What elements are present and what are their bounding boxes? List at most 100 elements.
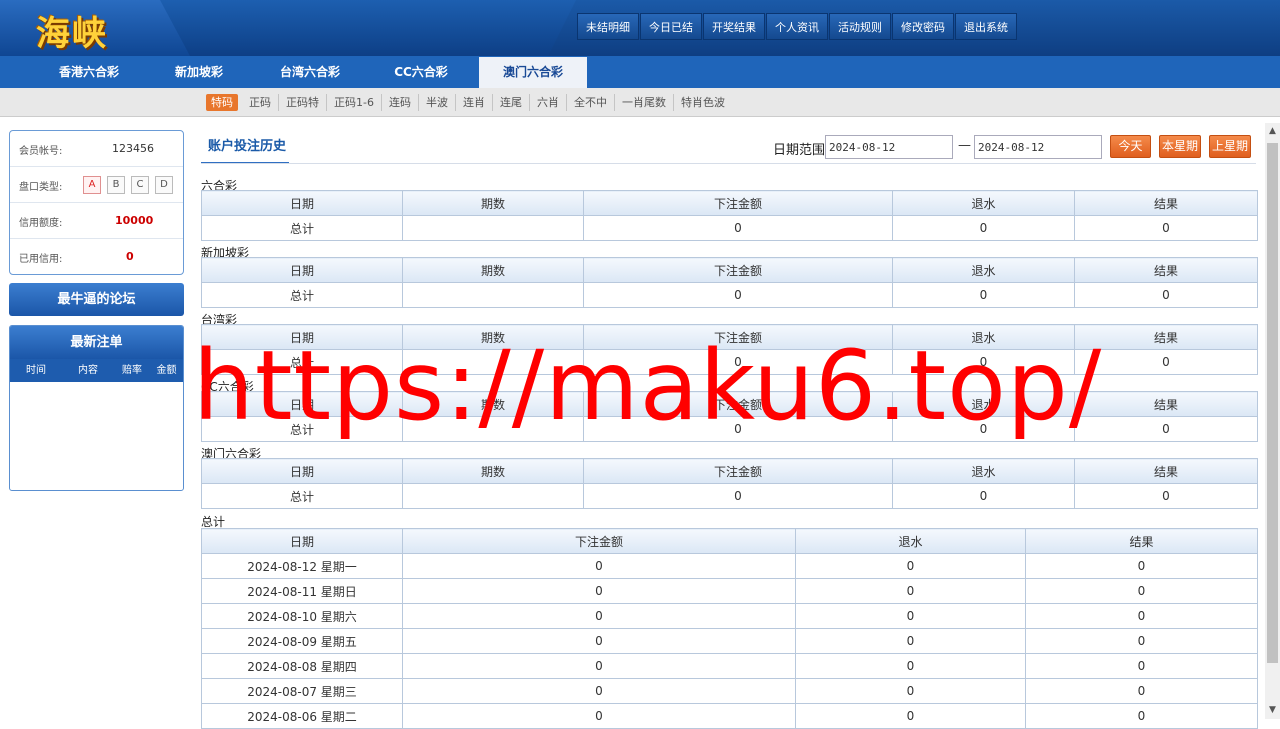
table-cell: 0 [795,678,1026,704]
table-row: 2024-08-11 星期日 0 0 0 [201,578,1258,604]
orders-col-amount: 金额 [156,365,177,376]
table-cell: 0 [1025,628,1258,654]
top-header: 海峡 未结明细 今日已结 开奖结果 个人资讯 活动规则 修改密码 退出系统 [0,0,1280,56]
column-header: 下注金额 [583,458,893,484]
subtab-normal[interactable]: 正码 [242,94,279,111]
scroll-up-arrow-icon[interactable]: ▲ [1265,123,1280,140]
topnav-unsettled[interactable]: 未结明细 [577,13,639,40]
table-row: 总计 0 0 0 [201,349,1258,375]
table-cell: 0 [795,603,1026,629]
table-row: 总计 0 0 0 [201,215,1258,241]
table-cell: 0 [402,678,796,704]
used-credit-row: 已用信用: 0 [10,239,183,275]
plate-b-button[interactable]: B [107,176,125,194]
orders-col-time: 时间 [26,365,46,376]
table-cell [402,416,584,442]
table-cell: 0 [1025,578,1258,604]
this-week-button[interactable]: 本星期 [1159,135,1201,158]
subtab-half-wave[interactable]: 半波 [419,94,456,111]
column-header: 结果 [1074,324,1258,350]
subtab-linked-tail[interactable]: 连尾 [493,94,530,111]
column-header: 退水 [892,324,1075,350]
tab-taiwan[interactable]: 台湾六合彩 [266,57,354,88]
table-cell: 0 [583,416,893,442]
column-header: 结果 [1025,528,1258,554]
column-header: 结果 [1074,190,1258,216]
section-header-row: 日期 期数 下注金额 退水 结果 [201,324,1258,350]
table-cell: 0 [892,282,1075,308]
column-header: 退水 [892,257,1075,283]
forum-button[interactable]: 最牛逼的论坛 [9,283,184,316]
topnav-activity-rules[interactable]: 活动规则 [829,13,891,40]
column-header: 期数 [402,458,584,484]
scroll-thumb[interactable] [1267,143,1278,663]
table-cell: 总计 [201,215,403,241]
plate-c-button[interactable]: C [131,176,149,194]
tab-macau[interactable]: 澳门六合彩 [479,57,587,88]
topnav-draw-results[interactable]: 开奖结果 [703,13,765,40]
column-header: 下注金额 [583,391,893,417]
tab-hongkong[interactable]: 香港六合彩 [46,57,132,88]
column-header: 结果 [1074,458,1258,484]
table-cell: 0 [402,553,796,579]
table-cell: 总计 [201,282,403,308]
table-cell: 0 [1025,678,1258,704]
table-row: 总计 0 0 0 [201,483,1258,509]
subtab-six-zodiac[interactable]: 六肖 [530,94,567,111]
table-cell: 2024-08-06 星期二 [201,703,403,729]
table-cell: 0 [795,653,1026,679]
table-cell: 2024-08-08 星期四 [201,653,403,679]
subtab-zodiac-tail[interactable]: 一肖尾数 [615,94,674,111]
plate-d-button[interactable]: D [155,176,173,194]
column-header: 日期 [201,190,403,216]
column-header: 日期 [201,391,403,417]
table-cell: 0 [1025,653,1258,679]
orders-col-content: 内容 [78,365,98,376]
table-cell: 0 [892,349,1075,375]
credit-label: 信用额度: [19,218,63,229]
date-to-input[interactable] [974,135,1102,159]
table-cell: 0 [402,703,796,729]
scroll-down-arrow-icon[interactable]: ▼ [1265,702,1280,719]
top-nav: 未结明细 今日已结 开奖结果 个人资讯 活动规则 修改密码 退出系统 [577,13,1018,40]
subtab-zodiac-color[interactable]: 特肖色波 [674,94,732,111]
table-cell: 2024-08-10 星期六 [201,603,403,629]
subtab-normal-special[interactable]: 正码特 [279,94,327,111]
summary-table: 日期 下注金额 退水 结果 2024-08-12 星期一 0 0 0 2024-08-11 星… [201,528,1258,729]
topnav-logout[interactable]: 退出系统 [955,13,1017,40]
used-credit-label: 已用信用: [19,254,63,265]
table-cell: 2024-08-09 星期五 [201,628,403,654]
lottery-tab-bar: 香港六合彩 新加坡彩 台湾六合彩 CC六合彩 澳门六合彩 [0,56,1280,88]
subtab-special[interactable]: 特码 [206,94,238,111]
plate-a-button[interactable]: A [83,176,101,194]
column-header: 日期 [201,257,403,283]
topnav-change-password[interactable]: 修改密码 [892,13,954,40]
table-row: 总计 0 0 0 [201,416,1258,442]
subtab-linked-numbers[interactable]: 连码 [382,94,419,111]
topnav-today-settled[interactable]: 今日已结 [640,13,702,40]
section-header-row: 日期 期数 下注金额 退水 结果 [201,458,1258,484]
column-header: 日期 [201,528,403,554]
table-cell: 0 [1074,349,1258,375]
date-from-input[interactable] [825,135,953,159]
table-cell: 0 [795,628,1026,654]
subtab-none-hit[interactable]: 全不中 [567,94,615,111]
member-row: 会员帐号: 123456 [10,131,183,167]
tab-singapore[interactable]: 新加坡彩 [158,57,240,88]
table-row: 2024-08-10 星期六 0 0 0 [201,603,1258,629]
plate-label: 盘口类型: [19,182,63,193]
account-info-panel: 会员帐号: 123456 盘口类型: A B C D 信用额度: 10000 已… [9,130,184,275]
today-button[interactable]: 今天 [1110,135,1151,158]
vertical-scrollbar[interactable]: ▲ ▼ [1265,123,1280,719]
date-dash: — [958,138,971,153]
section-header-row: 日期 期数 下注金额 退水 结果 [201,257,1258,283]
last-week-button[interactable]: 上星期 [1209,135,1251,158]
subtab-normal-1-6[interactable]: 正码1-6 [327,94,382,111]
table-cell: 0 [1074,483,1258,509]
subtab-linked-zodiac[interactable]: 连肖 [456,94,493,111]
member-label: 会员帐号: [19,146,63,157]
topnav-personal-info[interactable]: 个人资讯 [766,13,828,40]
tab-cc[interactable]: CC六合彩 [378,57,464,88]
table-cell: 0 [1074,282,1258,308]
table-cell: 0 [795,553,1026,579]
